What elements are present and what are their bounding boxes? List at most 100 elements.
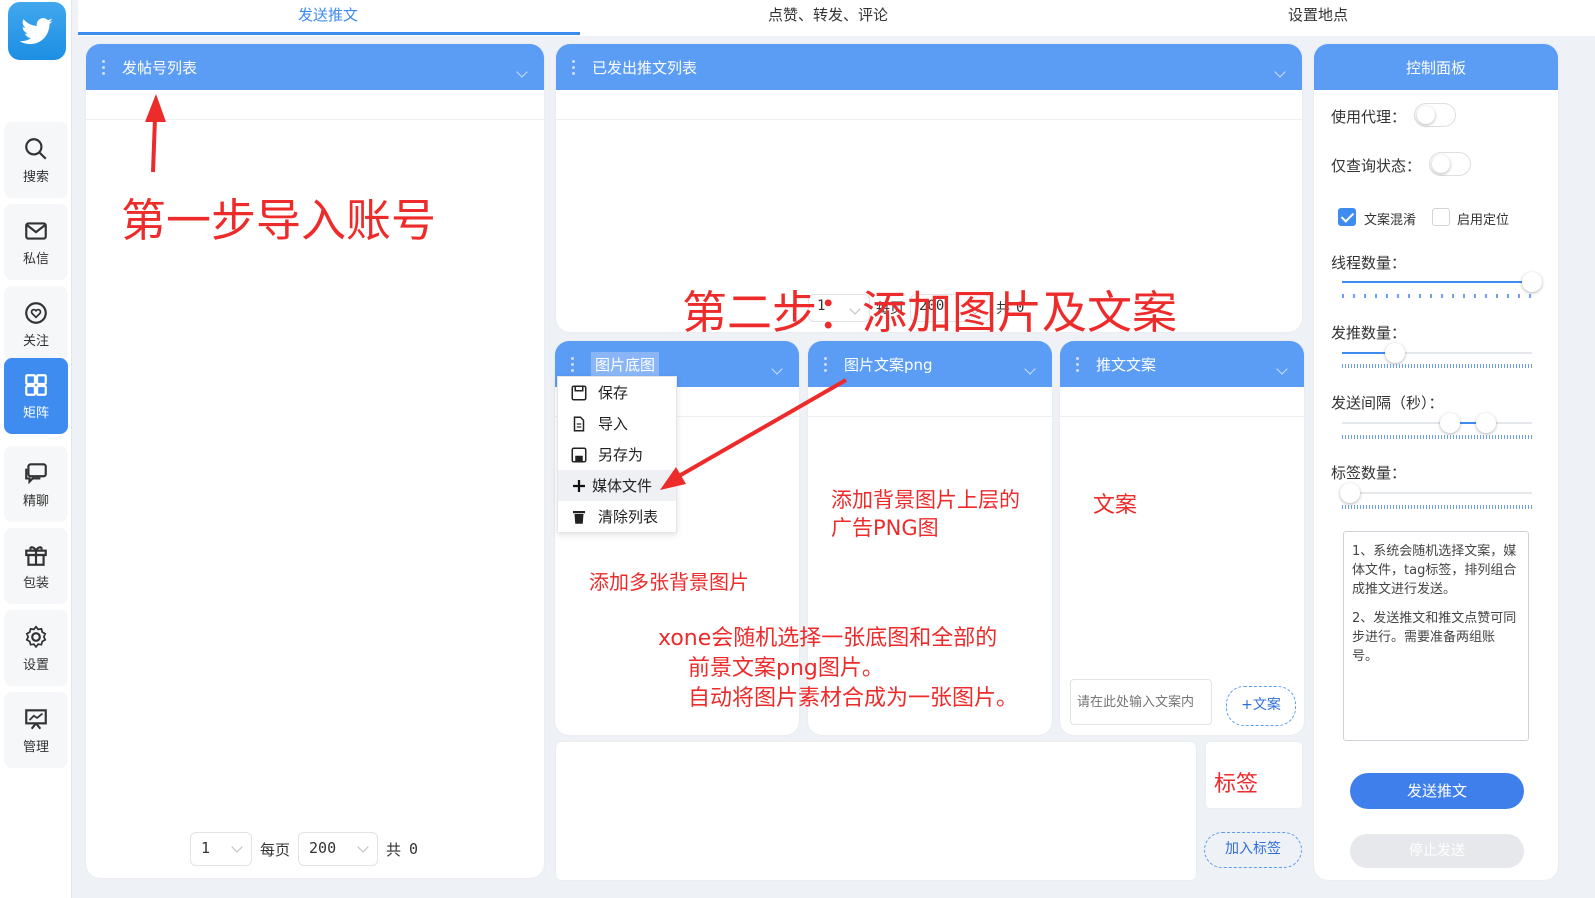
interval-label: 发送间隔（秒）：	[1331, 394, 1444, 412]
multi-bg-annotation: 添加多张背景图片	[589, 570, 749, 594]
use-proxy-toggle[interactable]	[1414, 103, 1456, 127]
chevron-down-icon[interactable]	[1024, 363, 1036, 375]
note-2: 2、发送推文和推文点赞可同步进行。需要准备两组账号。	[1352, 611, 1517, 664]
tag-count-slider[interactable]	[1339, 483, 1532, 503]
nav-label: 搜索	[22, 169, 49, 185]
query-only-toggle[interactable]	[1429, 152, 1471, 176]
text-mix-label: 文案混淆	[1364, 213, 1417, 228]
add-copy-button[interactable]: +文案	[1226, 686, 1296, 726]
annotation-line: 自动将图片素材合成为一张图片。	[688, 686, 1019, 711]
slider-ticks	[1342, 294, 1532, 298]
slider-fill	[1342, 281, 1532, 283]
per-page-select[interactable]: 200	[298, 832, 379, 866]
menu-item-label: 媒体文件	[592, 477, 653, 495]
drag-handle-icon[interactable]	[572, 59, 578, 75]
annotation-line: 前景文案png图片。	[688, 656, 884, 681]
plus-icon	[573, 479, 585, 492]
threads-slider[interactable]	[1342, 272, 1542, 292]
nav-label: 管理	[22, 739, 49, 755]
nav-label: 矩阵	[22, 405, 49, 421]
panel-title: 推文文案	[1096, 355, 1157, 374]
nav-label: 包装	[22, 575, 49, 591]
chevron-down-icon[interactable]	[516, 66, 528, 78]
nav-search[interactable]: 搜索	[4, 122, 68, 198]
tag-count-label: 标签数量：	[1331, 464, 1407, 482]
text-mix-checkbox[interactable]	[1338, 208, 1356, 226]
nav-label: 精聊	[22, 493, 49, 509]
page-select[interactable]: 1	[190, 832, 252, 866]
slider-knob[interactable]	[1339, 483, 1360, 503]
menu-item-import[interactable]: 导入	[558, 408, 676, 439]
list-header	[1060, 387, 1304, 417]
add-tag-button[interactable]: 加入标签	[1204, 832, 1302, 868]
gear-icon	[25, 624, 47, 648]
query-only-label: 仅查询状态：	[1331, 157, 1422, 175]
menu-item-clear-list[interactable]: 清除列表	[558, 501, 676, 532]
panel-title: 已发出推文列表	[592, 58, 698, 77]
tweets-count-slider[interactable]	[1342, 343, 1532, 363]
interval-range-slider[interactable]	[1342, 413, 1532, 433]
list-header	[556, 90, 1302, 120]
menu-item-label: 另存为	[598, 446, 644, 464]
control-panel-header: 控制面板	[1314, 44, 1558, 90]
tweets-count-label: 发推数量：	[1331, 324, 1407, 342]
nav-package[interactable]: 包装	[4, 528, 68, 604]
annotation-line: xone会随机选择一张底图和全部的	[658, 626, 998, 651]
use-proxy-label: 使用代理：	[1331, 108, 1407, 126]
copy-text-input[interactable]	[1070, 679, 1212, 725]
gift-icon	[25, 545, 47, 566]
stop-send-button[interactable]: 停止发送	[1350, 834, 1524, 868]
presentation-icon	[25, 708, 47, 729]
panel-title: 控制面板	[1405, 58, 1466, 77]
slider-ticks	[1342, 505, 1532, 509]
tab-send-tweet[interactable]: 发送推文	[78, 0, 578, 36]
slider-knob[interactable]	[1522, 272, 1542, 292]
tweet-copy-panel: 推文文案 +文案	[1060, 341, 1304, 735]
menu-item-save[interactable]: 保存	[558, 377, 676, 408]
nav-follow[interactable]: 关注	[4, 286, 68, 362]
menu-item-media-files[interactable]: 媒体文件	[558, 470, 676, 501]
per-page-label: 每页	[260, 840, 291, 859]
bird-icon	[19, 18, 53, 45]
accounts-panel-header[interactable]: 发帖号列表	[86, 44, 544, 90]
annotation-line: 广告PNG图	[831, 516, 939, 540]
nav-chat[interactable]: 精聊	[4, 446, 68, 522]
panel-title: 发帖号列表	[122, 58, 198, 77]
send-tweet-button[interactable]: 发送推文	[1350, 773, 1524, 809]
panel-title: 图片底图	[591, 351, 660, 377]
total-count: 0	[409, 840, 419, 858]
chevron-down-icon[interactable]	[1274, 66, 1286, 78]
drag-handle-icon[interactable]	[571, 356, 577, 372]
list-header	[808, 387, 1052, 417]
tab-set-location[interactable]: 设置地点	[1078, 0, 1558, 36]
menu-item-save-as[interactable]: 另存为	[558, 439, 676, 470]
tags-display-area	[556, 742, 1196, 880]
twitter-bird-logo	[8, 2, 66, 60]
accounts-panel: 发帖号列表 1 每页 200 共 0	[86, 44, 544, 878]
drag-handle-icon[interactable]	[824, 356, 830, 372]
slider-ticks	[1342, 435, 1532, 439]
nav-manage[interactable]: 管理	[4, 692, 68, 768]
menu-item-label: 保存	[598, 384, 629, 402]
active-tab-indicator	[78, 32, 580, 35]
nav-settings[interactable]: 设置	[4, 610, 68, 686]
nav-messages[interactable]: 私信	[4, 204, 68, 280]
copy-panel-header[interactable]: 推文文案	[1060, 341, 1304, 387]
nav-matrix[interactable]: 矩阵	[4, 358, 68, 434]
trash-icon	[573, 510, 585, 524]
slider-ticks	[1342, 364, 1532, 368]
chevron-down-icon[interactable]	[771, 363, 783, 375]
nav-label: 关注	[22, 333, 49, 349]
drag-handle-icon[interactable]	[102, 59, 108, 75]
copy-annotation: 文案	[1093, 493, 1138, 518]
png-panel-header[interactable]: 图片文案png	[808, 341, 1052, 387]
file-icon	[573, 416, 585, 431]
step1-annotation: 第一步导入账号	[121, 194, 437, 247]
enable-location-checkbox[interactable]	[1432, 208, 1450, 226]
context-menu: 保存 导入 另存为 媒体文件 清除列表	[557, 376, 677, 533]
tab-like-retweet-comment[interactable]: 点赞、转发、评论	[578, 0, 1078, 36]
drag-handle-icon[interactable]	[1076, 356, 1082, 372]
chevron-down-icon[interactable]	[1276, 363, 1288, 375]
threads-label: 线程数量：	[1331, 254, 1407, 272]
sent-panel-header[interactable]: 已发出推文列表	[556, 44, 1302, 90]
